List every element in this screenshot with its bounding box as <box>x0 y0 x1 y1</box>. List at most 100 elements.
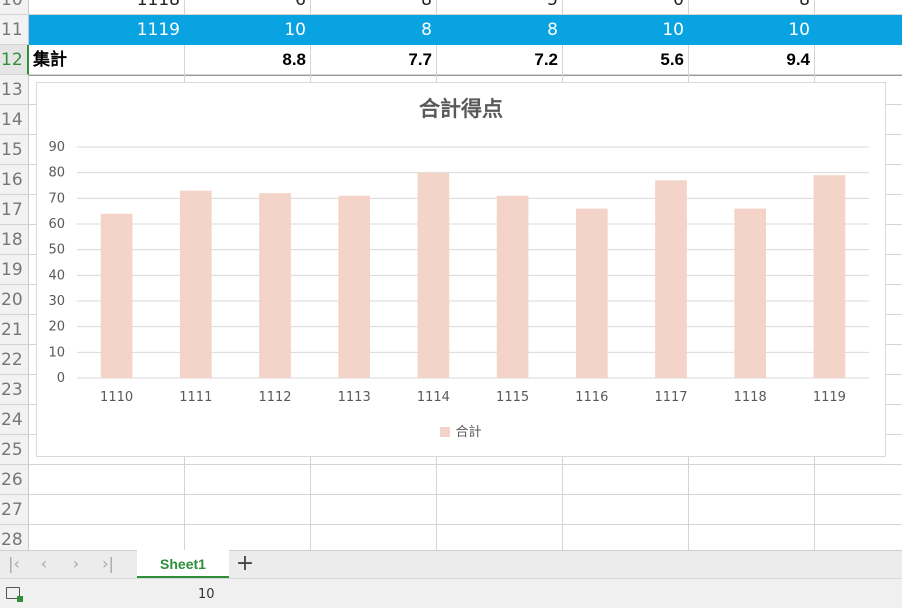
row-header[interactable]: 21 <box>0 315 29 345</box>
table-cell[interactable] <box>29 465 185 495</box>
row-header[interactable]: 12 <box>0 45 29 75</box>
table-cell[interactable] <box>689 495 815 525</box>
row-header[interactable]: 24 <box>0 405 29 435</box>
legend-swatch <box>440 427 451 437</box>
x-tick-label: 1118 <box>734 390 767 405</box>
table-cell[interactable] <box>185 495 311 525</box>
table-cell[interactable]: 0 <box>563 0 689 15</box>
tab-sheet1[interactable]: Sheet1 <box>137 550 229 578</box>
row-header[interactable]: 22 <box>0 345 29 375</box>
table-cell[interactable]: 10 <box>563 15 689 45</box>
table-cell[interactable]: 10 <box>185 15 311 45</box>
table-cell[interactable] <box>563 525 689 550</box>
x-tick-label: 1113 <box>338 390 371 405</box>
row-header[interactable]: 10 <box>0 0 29 15</box>
row-header[interactable]: 16 <box>0 165 29 195</box>
table-cell[interactable] <box>815 465 902 495</box>
row-header[interactable]: 27 <box>0 495 29 525</box>
table-cell[interactable]: 6 <box>185 0 311 15</box>
row-header[interactable]: 28 <box>0 525 29 550</box>
x-tick-label: 1110 <box>100 390 133 405</box>
table-cell[interactable] <box>815 495 902 525</box>
y-tick-label: 40 <box>48 268 65 283</box>
table-cell[interactable] <box>815 15 902 45</box>
y-tick-label: 20 <box>48 320 65 335</box>
bar-chart[interactable]: 合計得点 0 10 20 30 40 50 60 70 80 90 1110 1111 1112 1113… <box>36 82 886 457</box>
table-cell[interactable]: 10 <box>689 15 815 45</box>
bar <box>575 208 608 378</box>
x-tick-label: 1112 <box>258 390 291 405</box>
table-cell[interactable]: 7.7 <box>311 45 437 75</box>
bar <box>259 193 291 378</box>
table-cell[interactable]: 8.8 <box>185 45 311 75</box>
table-cell[interactable] <box>311 495 437 525</box>
table-cell[interactable] <box>689 465 815 495</box>
table-cell[interactable] <box>815 525 902 550</box>
x-tick-label: 1119 <box>813 390 846 405</box>
table-cell[interactable] <box>437 495 563 525</box>
table-cell[interactable]: 8 <box>689 0 815 15</box>
table-row: 10 1118 6 8 5 0 8 <box>0 0 902 15</box>
table-cell[interactable] <box>185 525 311 550</box>
first-sheet-icon[interactable]: |‹ <box>2 553 26 575</box>
chart-plot: 0 10 20 30 40 50 60 70 80 90 1110 1111 1112 1113 1114 1… <box>48 140 869 405</box>
table-cell[interactable]: 9.4 <box>689 45 815 75</box>
table-row: 12 集計 8.8 7.7 7.2 5.6 9.4 <box>0 45 902 76</box>
row-header[interactable]: 15 <box>0 135 29 165</box>
y-tick-label: 50 <box>48 243 65 258</box>
table-cell[interactable] <box>563 495 689 525</box>
table-cell[interactable] <box>563 465 689 495</box>
table-cell[interactable]: 集計 <box>29 45 185 75</box>
table-cell[interactable]: 5 <box>437 0 563 15</box>
table-cell[interactable]: 8 <box>437 15 563 45</box>
bar <box>496 195 529 378</box>
row-header[interactable]: 14 <box>0 105 29 135</box>
add-sheet-button[interactable]: + <box>232 551 258 577</box>
table-cell[interactable]: 8 <box>311 0 437 15</box>
table-row: 11 1119 10 8 8 10 10 <box>0 15 902 45</box>
y-tick-label: 90 <box>48 140 65 155</box>
table-cell[interactable]: 7.2 <box>437 45 563 75</box>
chart-legend: 合計 <box>37 421 885 440</box>
x-tick-label: 1116 <box>575 390 608 405</box>
table-cell[interactable] <box>437 525 563 550</box>
last-sheet-icon[interactable]: ›| <box>96 553 120 575</box>
table-cell[interactable]: 1118 <box>29 0 185 15</box>
y-tick-label: 0 <box>57 371 65 386</box>
row-header[interactable]: 11 <box>0 15 29 45</box>
table-cell[interactable] <box>815 45 902 75</box>
next-sheet-icon[interactable]: › <box>64 553 88 575</box>
prev-sheet-icon[interactable]: ‹ <box>32 553 56 575</box>
y-tick-label: 10 <box>48 345 65 360</box>
row-header[interactable]: 23 <box>0 375 29 405</box>
row-header[interactable]: 19 <box>0 255 29 285</box>
table-cell[interactable] <box>29 495 185 525</box>
y-tick-label: 60 <box>48 217 65 232</box>
x-tick-label: 1114 <box>417 390 450 405</box>
table-cell[interactable]: 8 <box>311 15 437 45</box>
y-tick-label: 80 <box>48 166 65 181</box>
macro-record-icon[interactable] <box>6 587 23 602</box>
bar <box>179 190 212 378</box>
row-header[interactable]: 13 <box>0 75 29 105</box>
table-cell[interactable] <box>185 465 311 495</box>
table-row: 26 <box>0 465 902 495</box>
bar <box>417 172 450 378</box>
table-cell[interactable] <box>815 0 902 15</box>
table-cell[interactable] <box>29 525 185 550</box>
bar <box>338 195 371 378</box>
table-cell[interactable] <box>311 525 437 550</box>
row-header[interactable]: 20 <box>0 285 29 315</box>
table-cell[interactable]: 1119 <box>29 15 185 45</box>
row-header[interactable]: 25 <box>0 435 29 465</box>
bar <box>734 208 767 378</box>
row-header[interactable]: 26 <box>0 465 29 495</box>
row-header[interactable]: 18 <box>0 225 29 255</box>
x-tick-label: 1117 <box>654 390 687 405</box>
table-cell[interactable] <box>689 525 815 550</box>
table-cell[interactable]: 5.6 <box>563 45 689 75</box>
legend-label: 合計 <box>455 425 482 440</box>
table-cell[interactable] <box>437 465 563 495</box>
table-cell[interactable] <box>311 465 437 495</box>
row-header[interactable]: 17 <box>0 195 29 225</box>
